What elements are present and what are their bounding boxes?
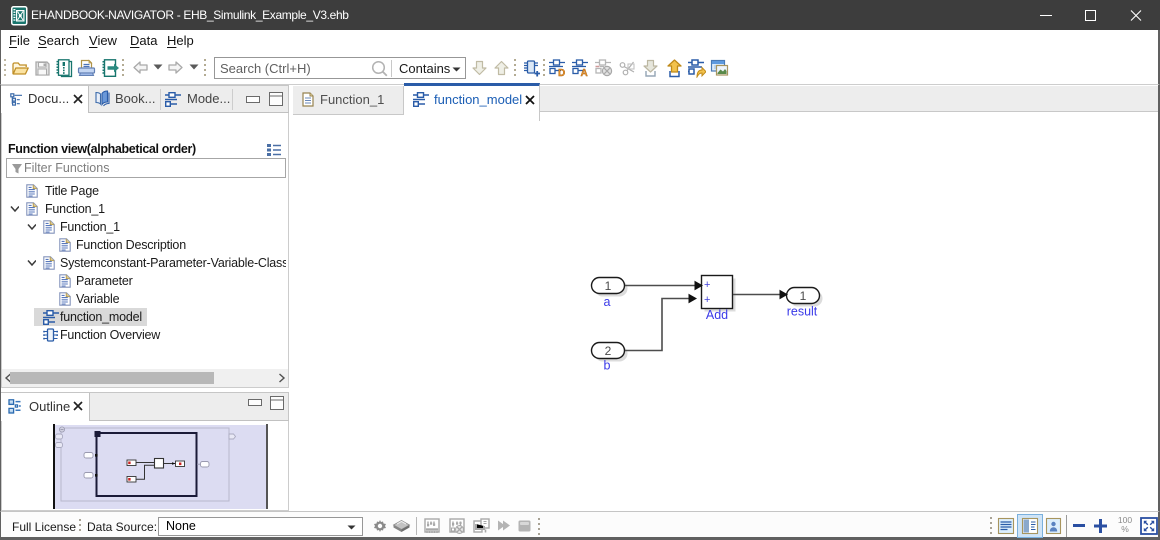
svg-text:b: b (604, 359, 611, 373)
svg-text:a: a (604, 295, 611, 309)
svg-text:2: 2 (605, 344, 612, 358)
svg-text:A: A (581, 68, 588, 77)
svg-text:Add: Add (706, 308, 728, 322)
svg-text:+: + (704, 279, 710, 291)
svg-text:result: result (787, 305, 818, 319)
svg-text:+: + (704, 294, 710, 306)
svg-text:D: D (558, 68, 565, 77)
svg-text:1: 1 (800, 289, 807, 303)
svg-text:1: 1 (605, 279, 612, 293)
